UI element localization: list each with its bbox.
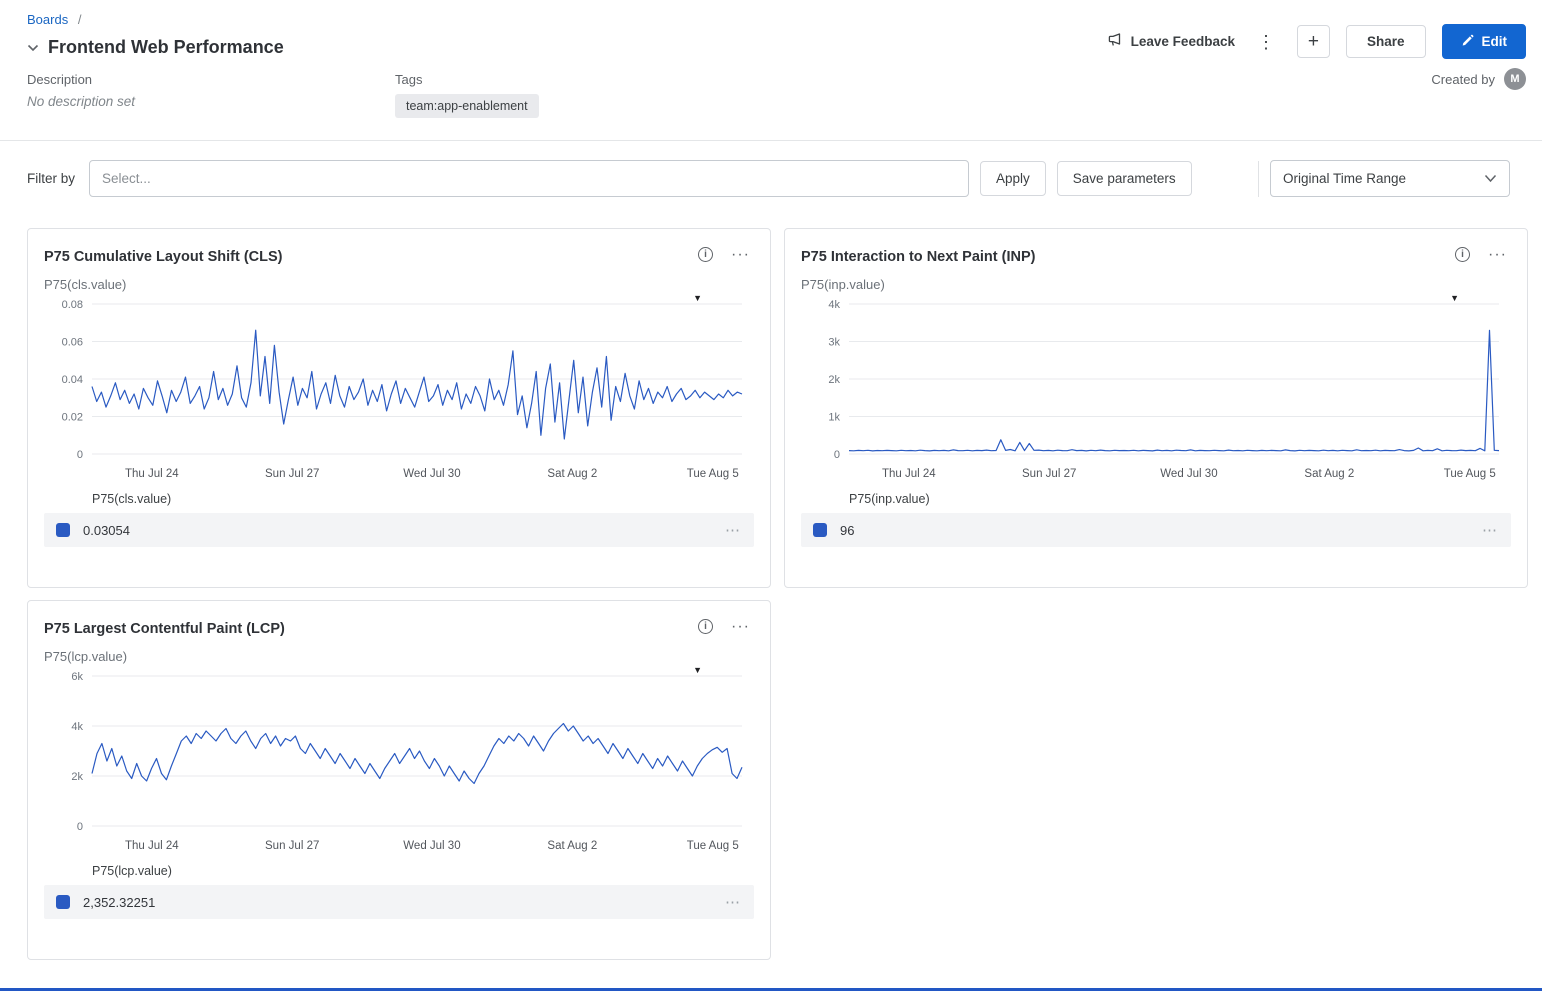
save-parameters-button[interactable]: Save parameters xyxy=(1057,161,1192,196)
edit-button[interactable]: Edit xyxy=(1442,24,1527,59)
svg-text:Tue Aug 5: Tue Aug 5 xyxy=(1444,468,1496,480)
svg-text:4k: 4k xyxy=(828,299,840,311)
chart-title: P75 Interaction to Next Paint (INP) xyxy=(801,249,1035,265)
svg-text:0: 0 xyxy=(834,449,840,461)
legend-row[interactable]: 0.03054 ⋯ xyxy=(44,513,754,547)
more-options-icon[interactable]: ··· xyxy=(731,623,750,631)
legend-row[interactable]: 96 ⋯ xyxy=(801,513,1511,547)
svg-text:0.08: 0.08 xyxy=(62,299,83,311)
svg-text:Sun Jul 27: Sun Jul 27 xyxy=(265,468,319,480)
inp-line-chart[interactable]: 0 1k 2k 3k 4k Thu Jul 24 Sun Jul 27 Wed Jul 30 S… xyxy=(801,294,1511,488)
breadcrumb-boards-link[interactable]: Boards xyxy=(27,12,68,27)
page-title: Frontend Web Performance xyxy=(48,37,284,58)
svg-text:Sun Jul 27: Sun Jul 27 xyxy=(1022,468,1076,480)
chevron-down-icon xyxy=(1484,171,1497,186)
series-value: 2,352.32251 xyxy=(83,895,155,910)
legend-more-icon[interactable]: ⋯ xyxy=(725,521,742,539)
tag-chip[interactable]: team:app-enablement xyxy=(395,94,539,118)
add-button[interactable]: + xyxy=(1297,25,1330,58)
cards-grid: P75 Cumulative Layout Shift (CLS) i ··· … xyxy=(0,215,1542,970)
legend-series-label: P75(cls.value) xyxy=(92,492,754,506)
share-button[interactable]: Share xyxy=(1346,25,1426,58)
apply-button[interactable]: Apply xyxy=(980,161,1046,196)
collapse-chevron-icon[interactable] xyxy=(27,44,39,52)
page-header: Boards / Frontend Web Performance Leave … xyxy=(0,0,1542,138)
series-swatch[interactable] xyxy=(813,523,827,537)
filter-bar: Filter by Apply Save parameters Original… xyxy=(0,140,1542,215)
svg-text:Tue Aug 5: Tue Aug 5 xyxy=(687,468,739,480)
series-value: 0.03054 xyxy=(83,523,130,538)
description-value: No description set xyxy=(27,94,395,109)
avatar[interactable]: M xyxy=(1504,68,1526,90)
svg-text:4k: 4k xyxy=(71,721,83,733)
series-label: P75(inp.value) xyxy=(801,277,1511,292)
svg-text:0.02: 0.02 xyxy=(62,412,83,424)
series-label: P75(cls.value) xyxy=(44,277,754,292)
leave-feedback-button[interactable]: Leave Feedback xyxy=(1107,32,1235,51)
info-icon[interactable]: i xyxy=(698,619,713,634)
series-label: P75(lcp.value) xyxy=(44,649,754,664)
pencil-icon xyxy=(1461,34,1474,50)
cls-line-chart[interactable]: 0 0.02 0.04 0.06 0.08 Thu Jul 24 Sun Jul 27 Wed… xyxy=(44,294,754,488)
kebab-menu-icon[interactable]: ⋮ xyxy=(1251,33,1281,51)
chart-card-inp: P75 Interaction to Next Paint (INP) i ··… xyxy=(784,228,1528,588)
svg-text:Sat Aug 2: Sat Aug 2 xyxy=(547,840,597,852)
legend-more-icon[interactable]: ⋯ xyxy=(1482,521,1499,539)
series-dropdown-icon[interactable]: ▼ xyxy=(693,665,702,675)
legend-more-icon[interactable]: ⋯ xyxy=(725,893,742,911)
vertical-divider xyxy=(1258,161,1259,197)
filter-select-input[interactable] xyxy=(89,160,969,197)
svg-text:0: 0 xyxy=(77,821,83,833)
svg-text:0: 0 xyxy=(77,449,83,461)
time-range-value: Original Time Range xyxy=(1283,171,1406,186)
svg-text:Sun Jul 27: Sun Jul 27 xyxy=(265,840,319,852)
leave-feedback-label: Leave Feedback xyxy=(1131,34,1235,49)
series-swatch[interactable] xyxy=(56,895,70,909)
svg-text:Wed Jul 30: Wed Jul 30 xyxy=(403,840,460,852)
svg-text:Thu Jul 24: Thu Jul 24 xyxy=(125,840,179,852)
breadcrumb-separator: / xyxy=(78,12,82,27)
svg-text:Sat Aug 2: Sat Aug 2 xyxy=(1304,468,1354,480)
megaphone-icon xyxy=(1107,32,1124,51)
svg-text:0.04: 0.04 xyxy=(62,374,83,386)
svg-text:Wed Jul 30: Wed Jul 30 xyxy=(1160,468,1217,480)
more-options-icon[interactable]: ··· xyxy=(731,251,750,259)
series-value: 96 xyxy=(840,523,854,538)
svg-text:Wed Jul 30: Wed Jul 30 xyxy=(403,468,460,480)
legend-series-label: P75(inp.value) xyxy=(849,492,1511,506)
tags-label: Tags xyxy=(395,72,539,87)
svg-text:Sat Aug 2: Sat Aug 2 xyxy=(547,468,597,480)
info-icon[interactable]: i xyxy=(1455,247,1470,262)
svg-text:1k: 1k xyxy=(828,412,840,424)
svg-text:2k: 2k xyxy=(71,771,83,783)
info-icon[interactable]: i xyxy=(698,247,713,262)
svg-text:6k: 6k xyxy=(71,671,83,683)
time-range-select[interactable]: Original Time Range xyxy=(1270,160,1510,197)
created-by-label: Created by xyxy=(1431,72,1495,87)
description-label: Description xyxy=(27,72,395,87)
more-options-icon[interactable]: ··· xyxy=(1488,251,1507,259)
series-dropdown-icon[interactable]: ▼ xyxy=(693,293,702,303)
svg-text:Thu Jul 24: Thu Jul 24 xyxy=(882,468,936,480)
edit-label: Edit xyxy=(1482,34,1508,49)
svg-text:3k: 3k xyxy=(828,337,840,349)
series-dropdown-icon[interactable]: ▼ xyxy=(1450,293,1459,303)
svg-text:2k: 2k xyxy=(828,374,840,386)
lcp-line-chart[interactable]: 0 2k 4k 6k Thu Jul 24 Sun Jul 27 Wed Jul 30 Sat… xyxy=(44,666,754,860)
chart-card-cls: P75 Cumulative Layout Shift (CLS) i ··· … xyxy=(27,228,771,588)
chart-title: P75 Largest Contentful Paint (LCP) xyxy=(44,621,285,637)
svg-text:Thu Jul 24: Thu Jul 24 xyxy=(125,468,179,480)
svg-text:0.06: 0.06 xyxy=(62,337,83,349)
legend-series-label: P75(lcp.value) xyxy=(92,864,754,878)
chart-title: P75 Cumulative Layout Shift (CLS) xyxy=(44,249,282,265)
chart-card-lcp: P75 Largest Contentful Paint (LCP) i ···… xyxy=(27,600,771,960)
series-swatch[interactable] xyxy=(56,523,70,537)
svg-text:Tue Aug 5: Tue Aug 5 xyxy=(687,840,739,852)
filter-by-label: Filter by xyxy=(27,171,75,186)
legend-row[interactable]: 2,352.32251 ⋯ xyxy=(44,885,754,919)
